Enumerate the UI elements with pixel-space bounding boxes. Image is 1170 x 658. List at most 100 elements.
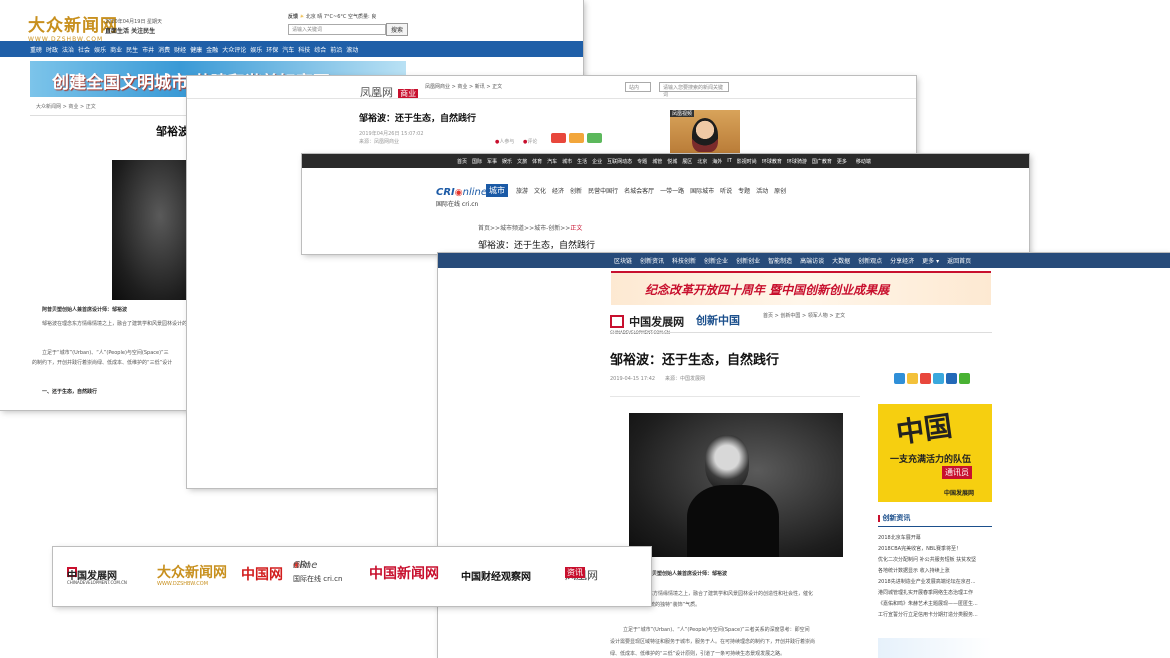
- cd-news-item[interactable]: 《嘉佑和鸣》朱赫艺术主题展现——匿匿生...: [878, 599, 992, 610]
- dazhong-nav-item-0[interactable]: 重磅: [30, 45, 42, 54]
- share-plus-icon[interactable]: [894, 373, 905, 384]
- cri-topnav-item-12[interactable]: 城管: [652, 158, 662, 165]
- dazhong-nav-item-1[interactable]: 时政: [46, 45, 58, 54]
- cri-channel-item-7[interactable]: 国际城市: [690, 186, 714, 195]
- ifeng-search-select[interactable]: 站内: [625, 82, 651, 92]
- dazhong-nav-item-11[interactable]: 金融: [206, 45, 218, 54]
- dazhong-nav-item-9[interactable]: 财经: [174, 45, 186, 54]
- cri-channel-item-4[interactable]: 民营中国行: [588, 186, 618, 195]
- cri-logo[interactable]: CRI◉nline 国际在线 cri.cn: [436, 180, 487, 208]
- cri-topnav-item-18[interactable]: 影视时尚: [737, 158, 757, 165]
- dazhong-nav-item-18[interactable]: 前沿: [330, 45, 342, 54]
- dazhong-nav-item-16[interactable]: 科技: [298, 45, 310, 54]
- cri-topnav-item-2[interactable]: 军事: [487, 158, 497, 165]
- dazhong-search-input[interactable]: 请输入关键词: [288, 24, 386, 35]
- dazhong-nav-item-4[interactable]: 娱乐: [94, 45, 106, 54]
- dazhong-search-button[interactable]: 搜索: [386, 23, 409, 36]
- dazhong-logo[interactable]: 大众新闻网 WWW.DZSHBW.COM: [28, 11, 118, 43]
- cri-topnav-item-17[interactable]: IT: [727, 158, 732, 164]
- tencent-weibo-icon[interactable]: [933, 373, 944, 384]
- ifeng-breadcrumb[interactable]: 凤凰网商业 > 商业 > 新讯 > 正文: [425, 84, 502, 91]
- dazhong-nav-item-12[interactable]: 大众评论: [222, 45, 246, 54]
- cd-news-item[interactable]: 各地统计数据显示 收入持续上涨: [878, 566, 992, 577]
- cd-topnav-item-7[interactable]: 大数据: [832, 256, 850, 265]
- dazhong-nav-item-2[interactable]: 法治: [62, 45, 74, 54]
- cri-channel-item-2[interactable]: 经济: [552, 186, 564, 195]
- cri-breadcrumb[interactable]: 首页>>城市频道>>城市-创新>>正文: [478, 225, 582, 233]
- cd-topnav-item-4[interactable]: 创新创业: [736, 256, 760, 265]
- renren-icon[interactable]: [946, 373, 957, 384]
- ifeng-video-ad[interactable]: 凤凰视频: [670, 110, 740, 156]
- cri-topnav-item-14[interactable]: 展区: [682, 158, 692, 165]
- logo-chinanews[interactable]: 中国新闻网: [369, 563, 439, 583]
- cri-topnav-item-9[interactable]: 企业: [592, 158, 602, 165]
- cd-topnav-item-3[interactable]: 创新企业: [704, 256, 728, 265]
- dazhong-nav-item-13[interactable]: 娱乐: [250, 45, 262, 54]
- cd-news-item[interactable]: 港同城管理扎实开展春季网络生态治理工作: [878, 588, 992, 599]
- cd-topnav-item-10[interactable]: 更多 ▾: [922, 256, 939, 265]
- cd-topnav-item-8[interactable]: 创新观点: [858, 256, 882, 265]
- cri-channel-item-1[interactable]: 文化: [534, 186, 546, 195]
- logo-caijing[interactable]: 中国财经观察网: [461, 568, 531, 583]
- cd-topnav-item-6[interactable]: 高端访谈: [800, 256, 824, 265]
- wechat-icon[interactable]: [959, 373, 970, 384]
- ifeng-comments[interactable]: ●评论: [523, 139, 537, 146]
- cd-topnav-item-0[interactable]: 区块链: [614, 256, 632, 265]
- dazhong-nav-item-17[interactable]: 综合: [314, 45, 326, 54]
- cd-news-item[interactable]: 工行宣誓分行立足信用卡分期打造分类服务...: [878, 610, 992, 621]
- dazhong-nav-item-5[interactable]: 商业: [110, 45, 122, 54]
- cri-channel-item-5[interactable]: 名城会客厅: [624, 186, 654, 195]
- cri-channel-item-11[interactable]: 原创: [774, 186, 786, 195]
- cd-sidebar-ad[interactable]: 中国 一支充满活力的队伍 通讯员 中国发展网: [878, 404, 992, 502]
- cd-news-item[interactable]: 2018先进制造业产业发展高端论坛在京召...: [878, 577, 992, 588]
- cri-topnav-item-1[interactable]: 国际: [472, 158, 482, 165]
- cri-topnav-item-3[interactable]: 娱乐: [502, 158, 512, 165]
- cri-topnav-item-22[interactable]: 更多: [837, 158, 847, 165]
- cd-news-item[interactable]: 优化二次分配制问 补公共服务短板 扶贫攻坚: [878, 555, 992, 566]
- cri-topnav-item-20[interactable]: 环球骑游: [787, 158, 807, 165]
- dazhong-nav-item-14[interactable]: 环保: [266, 45, 278, 54]
- dazhong-nav-item-15[interactable]: 汽车: [282, 45, 294, 54]
- cri-topnav-item-15[interactable]: 北京: [697, 158, 707, 165]
- qzone-share-icon[interactable]: [569, 133, 584, 143]
- qzone-icon[interactable]: [907, 373, 918, 384]
- cri-topnav-item-11[interactable]: 专题: [637, 158, 647, 165]
- weibo-icon[interactable]: [920, 373, 931, 384]
- cd-topnav-item-5[interactable]: 智能制造: [768, 256, 792, 265]
- ifeng-search-input[interactable]: 请输入您要搜索的新闻关键词: [659, 82, 729, 98]
- cd-breadcrumb[interactable]: 首页 > 创新中国 > 领军人物 > 正文: [763, 313, 845, 320]
- cd-news-item[interactable]: 2018北京车展开幕: [878, 533, 992, 544]
- cd-topnav-item-9[interactable]: 分享经济: [890, 256, 914, 265]
- weibo-share-icon[interactable]: [551, 133, 566, 143]
- cd-topnav-item-11[interactable]: 返回首页: [947, 256, 971, 265]
- cd-topnav-item-1[interactable]: 创新资讯: [640, 256, 664, 265]
- cri-channel-item-9[interactable]: 专题: [738, 186, 750, 195]
- cd-news-item[interactable]: 2018CBA完美收官，NBL赛季将至！: [878, 544, 992, 555]
- cd-topnav-item-2[interactable]: 科技创新: [672, 256, 696, 265]
- dazhong-nav-item-19[interactable]: 滚动: [346, 45, 358, 54]
- logo-china-net[interactable]: 中国网: [241, 564, 283, 584]
- wechat-share-icon[interactable]: [587, 133, 602, 143]
- cd-sidebar-ad-2[interactable]: [878, 638, 992, 658]
- cri-channel-item-6[interactable]: 一带一路: [660, 186, 684, 195]
- cri-topnav-item-21[interactable]: 国广教育: [812, 158, 832, 165]
- cri-topnav-mobile[interactable]: 移动端: [856, 158, 871, 165]
- cri-topnav-item-19[interactable]: 环球教育: [762, 158, 782, 165]
- cri-topnav-item-10[interactable]: 互联网动态: [607, 158, 632, 165]
- cri-channel-item-8[interactable]: 听说: [720, 186, 732, 195]
- cri-topnav-item-5[interactable]: 体育: [532, 158, 542, 165]
- dazhong-nav-item-6[interactable]: 民生: [126, 45, 138, 54]
- cri-channel-item-3[interactable]: 创新: [570, 186, 582, 195]
- dazhong-nav-item-10[interactable]: 健康: [190, 45, 202, 54]
- dazhong-nav-item-7[interactable]: 市井: [142, 45, 154, 54]
- cri-topnav-item-7[interactable]: 城市: [562, 158, 572, 165]
- cri-topnav-item-16[interactable]: 海外: [712, 158, 722, 165]
- dazhong-nav-item-8[interactable]: 消费: [158, 45, 170, 54]
- cri-topnav-item-4[interactable]: 文旅: [517, 158, 527, 165]
- cri-topnav-item-0[interactable]: 首页: [457, 158, 467, 165]
- dazhong-nav-item-3[interactable]: 社会: [78, 45, 90, 54]
- cri-channel-item-0[interactable]: 旅游: [516, 186, 528, 195]
- dazhong-breadcrumb[interactable]: 大众新闻网 > 商业 > 正文: [36, 104, 96, 111]
- cri-topnav-item-6[interactable]: 汽车: [547, 158, 557, 165]
- cri-channel-item-10[interactable]: 活动: [756, 186, 768, 195]
